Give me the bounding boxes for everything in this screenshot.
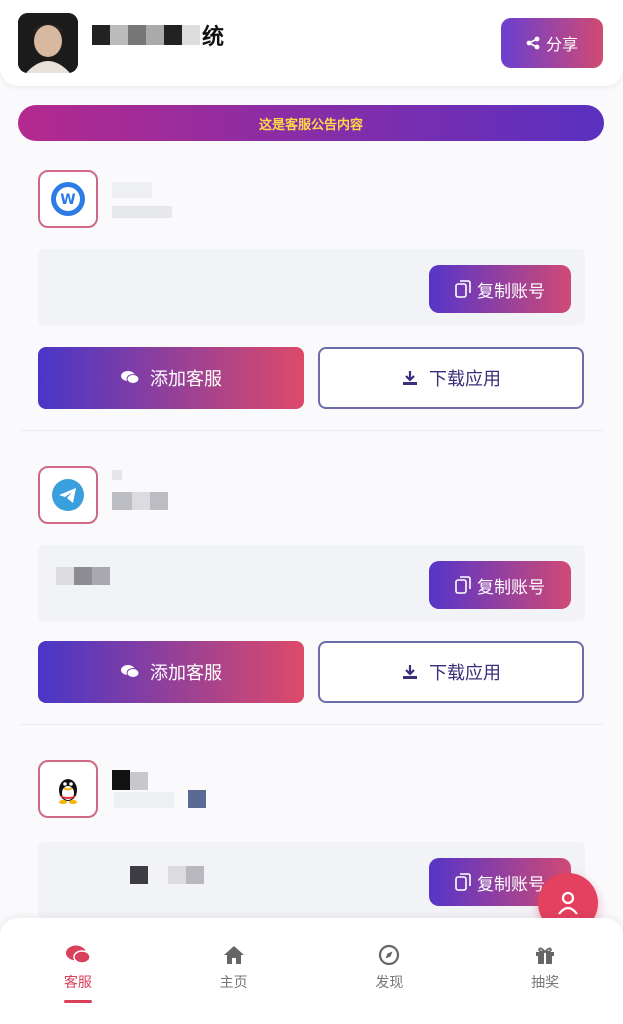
- download-app-button[interactable]: 下载应用: [318, 347, 584, 409]
- nav-item-lottery[interactable]: 抽奖: [467, 918, 623, 1024]
- copy-icon: [455, 576, 471, 594]
- notice-banner: 这是客服公告内容: [18, 105, 604, 141]
- copy-icon: [455, 280, 471, 298]
- w-chat-logo-icon: W: [51, 182, 85, 216]
- account-area: 复制账号: [38, 842, 585, 918]
- card-divider: [20, 430, 603, 431]
- card-divider: [20, 724, 603, 725]
- copy-account-button[interactable]: 复制账号: [429, 265, 571, 313]
- add-service-button[interactable]: 添加客服: [38, 347, 304, 409]
- download-app-label: 下载应用: [429, 369, 501, 390]
- nav-label-home: 主页: [219, 975, 248, 991]
- add-service-label: 添加客服: [150, 663, 222, 684]
- page: 统 分享 这是客服公告内容 W 复制账号 添加客服 下载应用 复制账号 添加客服…: [0, 0, 623, 1024]
- share-button[interactable]: 分享: [501, 18, 603, 68]
- nav-item-discover[interactable]: 发现: [312, 918, 468, 1024]
- service-card: 复制账号 添加客服 下载应用: [20, 458, 603, 728]
- copy-account-button[interactable]: 复制账号: [429, 561, 571, 609]
- app-title-suffix: 统: [202, 25, 225, 50]
- svg-text:W: W: [60, 192, 75, 208]
- account-area: 复制账号: [38, 545, 585, 621]
- home-icon: [223, 946, 244, 964]
- service-card: 复制账号: [20, 752, 603, 918]
- service-card: W 复制账号 添加客服 下载应用: [20, 162, 603, 432]
- avatar[interactable]: [18, 13, 78, 73]
- service-logo: W: [38, 170, 98, 228]
- chat-bubbles-icon: [65, 945, 91, 964]
- nav-item-service[interactable]: 客服: [0, 918, 156, 1024]
- service-logo: [38, 760, 98, 818]
- notice-text: 这是客服公告内容: [258, 117, 363, 133]
- download-app-button[interactable]: 下载应用: [318, 641, 584, 703]
- compass-icon: [379, 944, 400, 966]
- qq-penguin-logo-icon: [59, 779, 77, 804]
- app-title: 统: [92, 20, 224, 50]
- header-bar: 统 分享: [0, 0, 623, 86]
- copy-account-label: 复制账号: [477, 874, 545, 895]
- download-icon: [403, 665, 417, 679]
- bottom-nav: 客服 主页 发现 抽奖: [0, 918, 623, 1024]
- person-icon: [558, 891, 578, 915]
- add-service-label: 添加客服: [150, 369, 222, 390]
- nav-item-home[interactable]: 主页: [156, 918, 312, 1024]
- chat-icon: [121, 665, 140, 678]
- nav-active-indicator: [63, 1000, 92, 1003]
- download-icon: [403, 371, 417, 385]
- nav-label-discover: 发现: [375, 975, 404, 991]
- telegram-logo-icon: [52, 479, 84, 511]
- share-label: 分享: [545, 35, 578, 54]
- download-app-label: 下载应用: [429, 663, 501, 684]
- nav-label-lottery: 抽奖: [531, 975, 560, 991]
- account-area: 复制账号: [38, 249, 585, 325]
- add-service-button[interactable]: 添加客服: [38, 641, 304, 703]
- service-logo: [38, 466, 98, 524]
- copy-account-label: 复制账号: [477, 577, 545, 598]
- copy-icon: [455, 873, 471, 891]
- gift-icon: [536, 947, 555, 964]
- copy-account-label: 复制账号: [477, 281, 545, 302]
- chat-icon: [121, 371, 140, 384]
- nav-label-service: 客服: [63, 975, 92, 991]
- share-icon: [526, 36, 540, 50]
